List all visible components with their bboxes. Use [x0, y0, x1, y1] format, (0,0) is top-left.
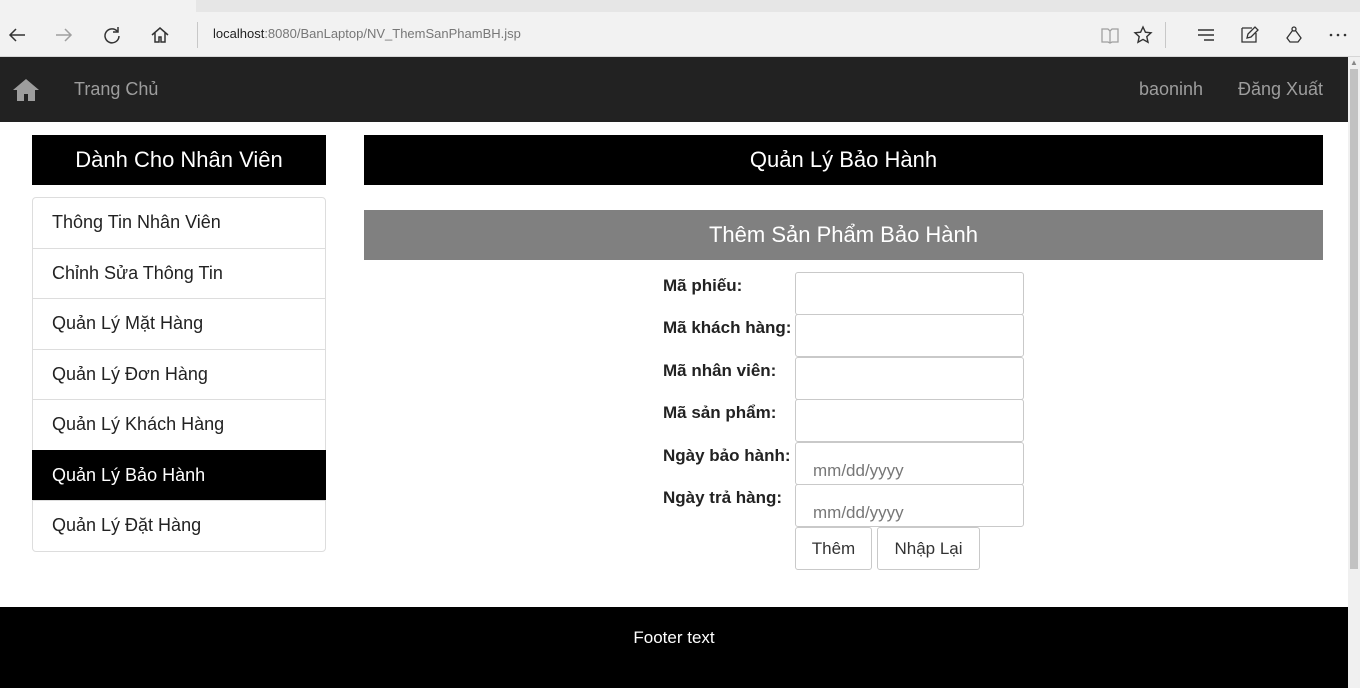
sidebar-title: Dành Cho Nhân Viên [32, 135, 326, 185]
web-note-icon[interactable] [1234, 20, 1264, 50]
sidebar-item-quan-ly-dat-hang[interactable]: Quản Lý Đặt Hàng [32, 500, 326, 552]
page-scrollbar[interactable]: ▲ [1348, 57, 1360, 688]
ma-phieu-input[interactable] [795, 272, 1024, 315]
scrollbar-thumb[interactable] [1350, 69, 1358, 569]
browser-tab[interactable] [0, 0, 196, 12]
footer-text: Footer text [633, 628, 715, 647]
sidebar-item-chinh-sua-thong-tin[interactable]: Chỉnh Sửa Thông Tin [32, 247, 326, 299]
ma-nhan-vien-input[interactable] [795, 357, 1024, 400]
url-path: :8080/BanLaptop/NV_ThemSanPhamBH.jsp [264, 26, 521, 41]
toolbar-separator [197, 22, 198, 48]
nav-username[interactable]: baoninh [1139, 79, 1203, 100]
sidebar-item-quan-ly-don-hang[interactable]: Quản Lý Đơn Hàng [32, 348, 326, 400]
sidebar-item-quan-ly-khach-hang[interactable]: Quản Lý Khách Hàng [32, 399, 326, 451]
scroll-up-icon[interactable]: ▲ [1350, 59, 1358, 67]
back-icon[interactable] [2, 20, 32, 50]
page-footer: Footer text [0, 607, 1348, 688]
ngay-bao-hanh-date-input[interactable] [795, 442, 1024, 485]
sidebar-item-thong-tin-nhan-vien[interactable]: Thông Tin Nhân Viên [32, 197, 326, 249]
site-navbar: Trang Chủ baoninh Đăng Xuất [0, 57, 1348, 122]
address-bar[interactable]: localhost:8080/BanLaptop/NV_ThemSanPhamB… [213, 26, 521, 41]
forward-icon[interactable] [49, 20, 79, 50]
url-host: localhost [213, 26, 265, 41]
ma-khach-hang-label: Mã khách hàng: [663, 318, 792, 337]
home-icon[interactable] [12, 77, 40, 103]
browser-toolbar: localhost:8080/BanLaptop/NV_ThemSanPhamB… [0, 12, 1360, 57]
reset-button[interactable]: Nhập Lại [877, 527, 980, 570]
favorite-star-icon[interactable] [1128, 20, 1158, 50]
hub-icon[interactable] [1191, 20, 1221, 50]
sidebar-menu: Thông Tin Nhân Viên Chỉnh Sửa Thông Tin … [32, 197, 326, 552]
browser-tab-strip [0, 0, 1360, 12]
toolbar-separator [1165, 22, 1166, 48]
home-icon[interactable] [145, 20, 175, 50]
nav-logout[interactable]: Đăng Xuất [1238, 79, 1323, 100]
sidebar-item-quan-ly-mat-hang[interactable]: Quản Lý Mặt Hàng [32, 298, 326, 350]
sidebar-item-quan-ly-bao-hanh[interactable]: Quản Lý Bảo Hành [32, 449, 326, 501]
ma-khach-hang-input[interactable] [795, 314, 1024, 357]
section-title: Thêm Sản Phẩm Bảo Hành [364, 210, 1323, 260]
nav-link-home[interactable]: Trang Chủ [74, 79, 158, 100]
share-icon[interactable] [1279, 20, 1309, 50]
submit-button[interactable]: Thêm [795, 527, 872, 570]
refresh-icon[interactable] [97, 20, 127, 50]
ngay-tra-hang-label: Ngày trả hàng: [663, 488, 783, 507]
ma-nhan-vien-label: Mã nhân viên: [663, 361, 777, 380]
ma-san-pham-label: Mã sản phẩm: [663, 403, 777, 422]
page-title: Quản Lý Bảo Hành [364, 135, 1323, 185]
ngay-tra-hang-date-input[interactable] [795, 484, 1024, 527]
ma-san-pham-input[interactable] [795, 399, 1024, 442]
ngay-bao-hanh-label: Ngày bảo hành: [663, 446, 791, 465]
ma-phieu-label: Mã phiếu: [663, 276, 743, 295]
more-icon[interactable] [1323, 20, 1353, 50]
reading-view-icon[interactable] [1095, 20, 1125, 50]
